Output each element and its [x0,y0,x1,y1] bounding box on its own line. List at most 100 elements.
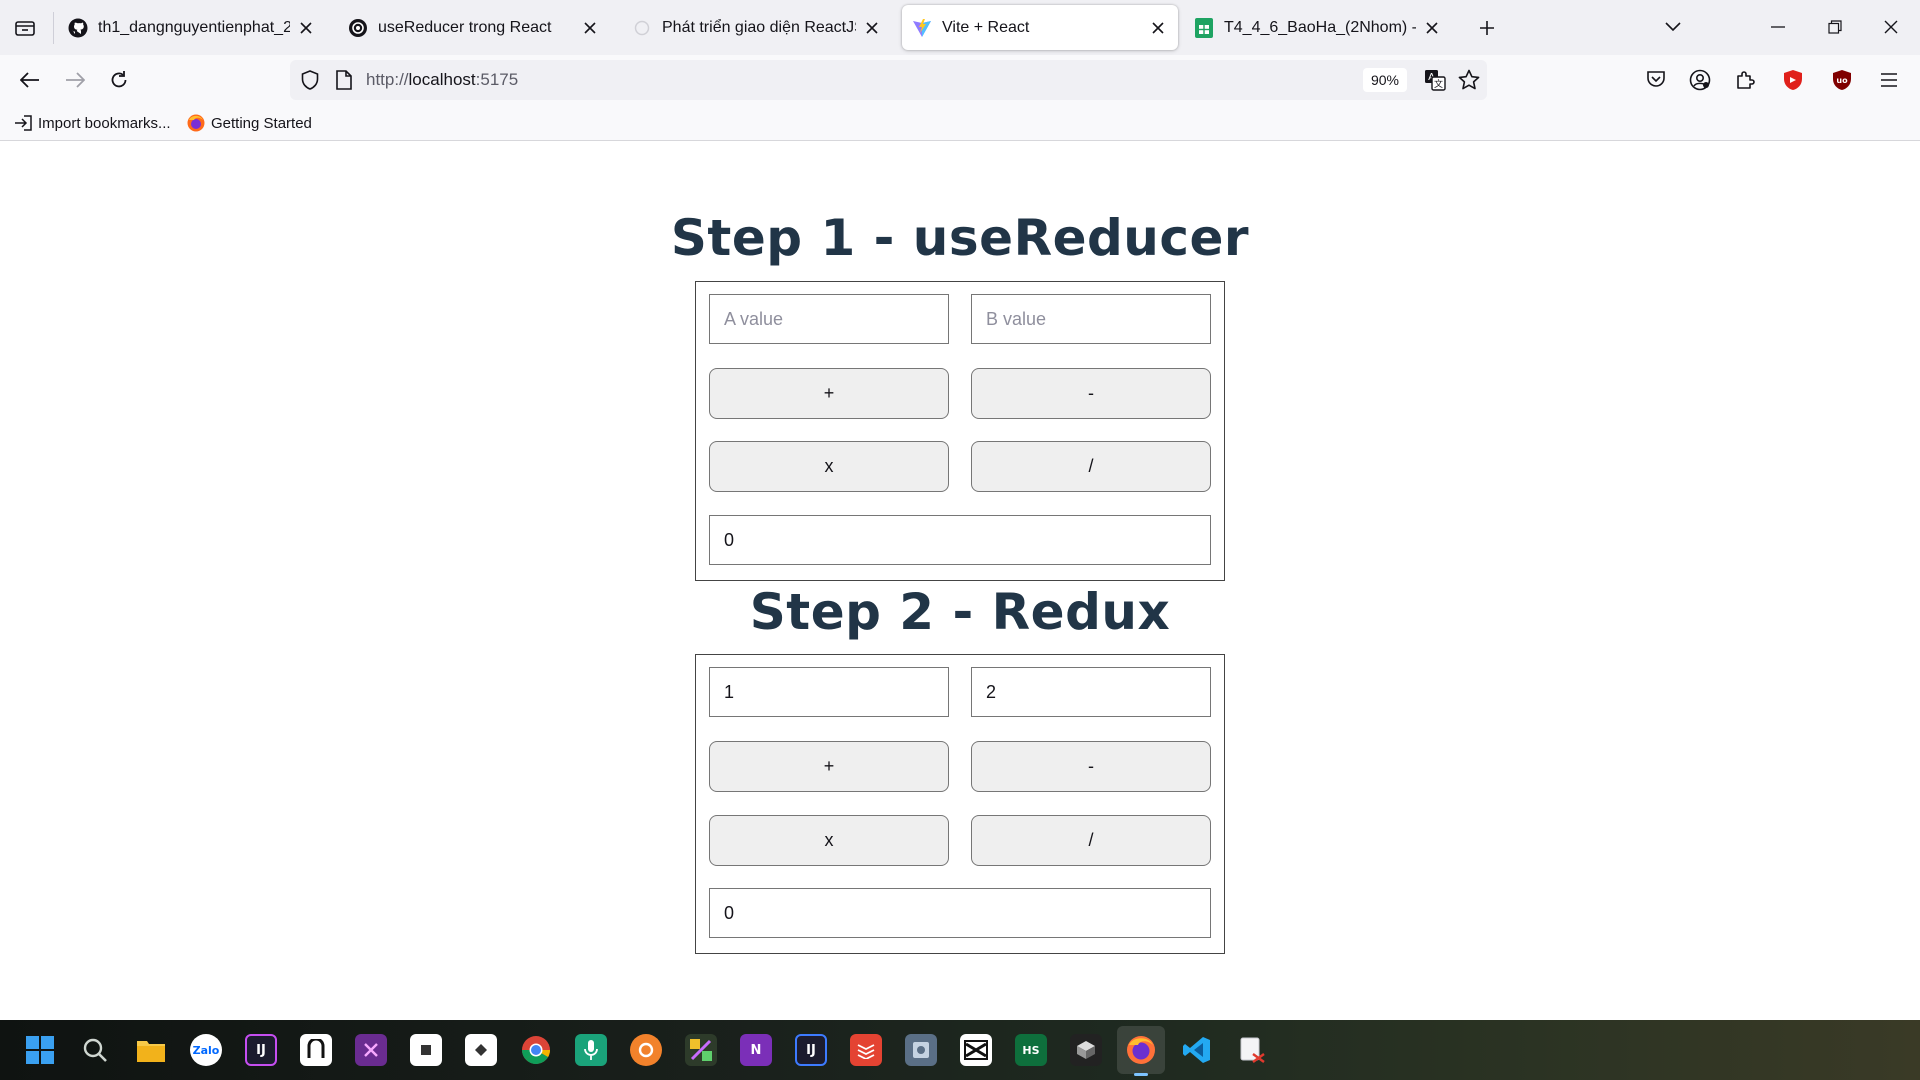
firefox-icon[interactable] [1125,1034,1157,1066]
step1-b-input[interactable]: B value [971,294,1211,344]
minimize-button[interactable] [1755,10,1801,44]
tab-reactjs[interactable]: Phát triển giao diện ReactJS với [622,5,892,50]
step1-result-field[interactable]: 0 [709,515,1211,565]
tab-title: T4_4_6_BaoHa_(2Nhom) - Goog [1224,18,1416,36]
step2-divide-button[interactable]: / [971,815,1211,866]
shield-icon[interactable] [298,68,322,92]
tab-separator [53,12,54,44]
app-icon[interactable] [685,1034,717,1066]
new-tab-button[interactable] [1472,14,1502,42]
pocket-icon [1647,71,1665,87]
chevron-down-icon [1665,22,1681,32]
tab-list-button[interactable] [10,14,40,42]
step1-multiply-button[interactable]: x [709,441,949,492]
step2-b-input[interactable]: 2 [971,667,1211,717]
file-explorer-icon[interactable] [135,1034,167,1066]
step1-calculator-panel: A value B value + - x / 0 [695,281,1225,581]
reload-icon [111,71,127,88]
restore-button[interactable] [1812,10,1858,44]
close-icon [1884,20,1898,34]
bookmark-import[interactable]: Import bookmarks... [14,113,171,133]
ublock-icon: uo [1833,70,1851,90]
step1-a-input[interactable]: A value [709,294,949,344]
close-tab-icon[interactable] [580,18,600,38]
app-icon[interactable] [465,1034,497,1066]
ublock-button[interactable]: uo [1826,64,1858,96]
app-icon[interactable]: HS [1015,1034,1047,1066]
intellij-icon[interactable]: IJ [245,1034,277,1066]
zalo-icon[interactable]: Zalo [190,1034,222,1066]
bookmark-label: Import bookmarks... [38,114,171,132]
capcut-icon[interactable] [960,1034,992,1066]
url-host: localhost [408,70,476,89]
tab-sheets[interactable]: T4_4_6_BaoHa_(2Nhom) - Goog [1184,5,1452,50]
tab-title: th1_dangnguyentienphat_22728 [98,18,290,36]
back-arrow-icon [20,72,39,88]
step1-divide-button[interactable]: / [971,441,1211,492]
step2-multiply-button[interactable]: x [709,815,949,866]
tab-title: useReducer trong React [378,18,552,36]
snipping-icon[interactable] [1236,1034,1268,1066]
tab-strip: th1_dangnguyentienphat_22728 useReducer … [0,0,1920,55]
page-icon[interactable] [332,68,356,92]
step2-result-field[interactable]: 0 [709,888,1211,938]
account-button[interactable] [1684,64,1716,96]
figma-icon[interactable] [355,1034,387,1066]
step2-subtract-button[interactable]: - [971,741,1211,792]
close-tab-icon[interactable] [1422,18,1442,38]
plus-icon [1480,21,1494,35]
back-button[interactable] [14,64,46,96]
chrome-icon[interactable] [520,1034,552,1066]
tab-title: Phát triển giao diện ReactJS với [662,18,856,36]
svg-text:文: 文 [1434,78,1443,90]
active-indicator [1134,1073,1148,1076]
page-viewport: Step 1 - useReducer A value B value + - … [0,141,1920,1020]
windows-taskbar: Zalo IJ N IJ HS [0,1020,1920,1080]
reload-button[interactable] [103,64,135,96]
forward-button[interactable] [59,64,91,96]
vscode-icon[interactable] [1181,1034,1213,1066]
close-tab-icon[interactable] [1148,18,1168,38]
onenote-icon[interactable]: N [740,1034,772,1066]
pocket-button[interactable] [1640,64,1672,96]
vite-icon [912,18,932,38]
shield-red-icon [1784,70,1802,90]
step1-add-button[interactable]: + [709,368,949,419]
voice-icon[interactable] [575,1034,607,1066]
puzzle-icon [1737,71,1755,89]
vpn-extension-button[interactable] [1777,64,1809,96]
app-icon[interactable] [1070,1034,1102,1066]
sheets-icon [1194,17,1214,38]
step2-title: Step 2 - Redux [749,583,1171,641]
close-tab-icon[interactable] [296,18,316,38]
tab-github[interactable]: th1_dangnguyentienphat_22728 [58,5,326,50]
close-tab-icon[interactable] [862,18,882,38]
bookmark-star-icon[interactable] [1457,68,1481,92]
step2-add-button[interactable]: + [709,741,949,792]
step2-a-input[interactable]: 1 [709,667,949,717]
app-icon[interactable] [905,1034,937,1066]
extensions-button[interactable] [1729,64,1761,96]
todoist-icon[interactable] [850,1034,882,1066]
close-window-button[interactable] [1868,10,1914,44]
zoom-indicator[interactable]: 90% [1362,68,1407,92]
windows-start-icon[interactable] [24,1034,56,1066]
github-icon [68,18,88,38]
list-all-tabs-button[interactable] [1650,10,1696,44]
step1-subtract-button[interactable]: - [971,368,1211,419]
intellij-icon[interactable]: IJ [795,1034,827,1066]
notion-icon[interactable] [300,1034,332,1066]
restore-icon [1828,20,1842,34]
menu-button[interactable] [1873,64,1905,96]
url-text[interactable]: http://localhost:5175 [366,70,518,90]
step1-title: Step 1 - useReducer [670,209,1250,267]
translate-icon[interactable]: A文 [1423,68,1447,92]
search-icon[interactable] [79,1034,111,1066]
bookmark-getting-started[interactable]: Getting Started [187,113,312,133]
hamburger-menu-icon [1881,73,1897,87]
tab-vite-react[interactable]: Vite + React [902,5,1178,50]
app-icon[interactable] [630,1034,662,1066]
tab-usereducer[interactable]: useReducer trong React [338,5,610,50]
address-bar[interactable]: http://localhost:5175 90% A文 [290,60,1487,100]
app-icon[interactable] [410,1034,442,1066]
